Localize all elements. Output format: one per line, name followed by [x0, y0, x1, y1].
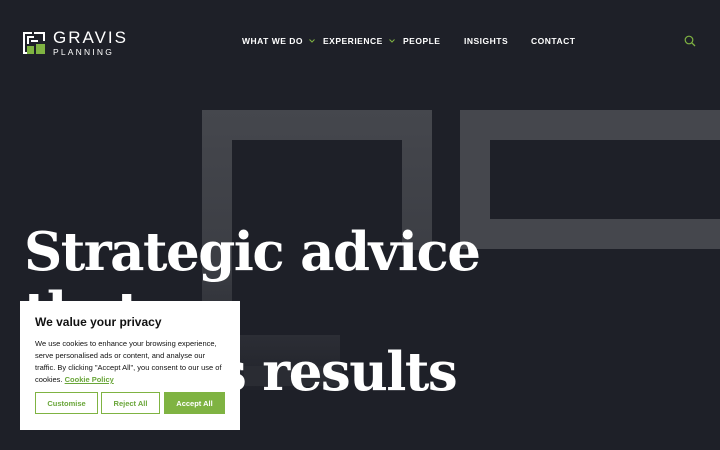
cookie-consent-dialog: We value your privacy We use cookies to … — [20, 301, 240, 430]
nav-item-contact[interactable]: CONTACT — [531, 36, 575, 46]
nav-label: INSIGHTS — [464, 36, 509, 46]
nav-item-what-we-do[interactable]: WHAT WE DO — [242, 36, 315, 46]
site-header: GRAVIS PLANNING WHAT WE DO EXPERIENCE PE… — [0, 0, 720, 84]
nav-label: PEOPLE — [403, 36, 441, 46]
logo[interactable]: GRAVIS PLANNING — [22, 29, 142, 57]
nav-item-experience[interactable]: EXPERIENCE — [323, 36, 395, 46]
reject-all-button[interactable]: Reject All — [101, 392, 160, 414]
cookie-buttons: Customise Reject All Accept All — [35, 392, 225, 414]
cookie-body: We use cookies to enhance your browsing … — [35, 338, 225, 386]
nav-item-insights[interactable]: INSIGHTS — [464, 36, 508, 46]
logo-name: GRAVIS — [53, 28, 128, 48]
logo-sub: PLANNING — [53, 47, 115, 58]
gravis-logo-mark — [23, 32, 45, 54]
accept-all-button[interactable]: Accept All — [164, 392, 225, 414]
cookie-text: We use cookies to enhance your browsing … — [35, 339, 222, 384]
chevron-down-icon — [309, 39, 315, 43]
nav-label: CONTACT — [531, 36, 576, 46]
customise-button[interactable]: Customise — [35, 392, 98, 414]
chevron-down-icon — [388, 39, 395, 43]
search-icon[interactable] — [684, 35, 696, 47]
nav-label: WHAT WE DO — [242, 36, 304, 46]
nav-label: EXPERIENCE — [323, 36, 383, 46]
cookie-title: We value your privacy — [35, 315, 162, 329]
nav-item-people[interactable]: PEOPLE — [403, 36, 440, 46]
cookie-policy-link[interactable]: Cookie Policy — [65, 375, 114, 384]
